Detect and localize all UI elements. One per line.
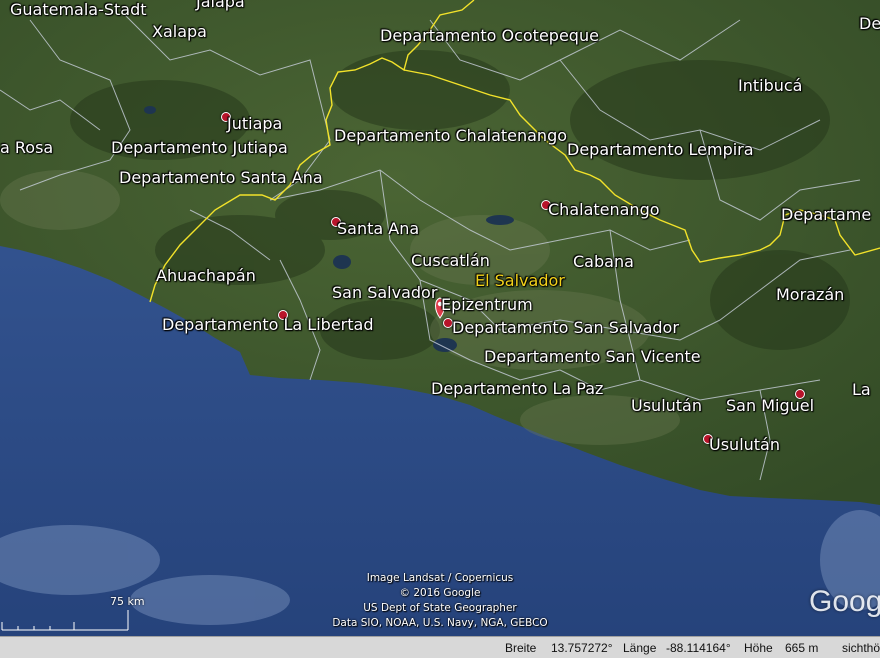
latitude-value: 13.757272° [551,641,613,655]
label-jalapa[interactable]: Jalapa [196,0,245,10]
label-dep-santa-ana[interactable]: Departamento Santa Ana [119,170,323,186]
latitude-label: Breite [505,641,537,655]
label-san-miguel[interactable]: San Miguel [726,398,814,414]
attribution-line: Data SIO, NOAA, U.S. Navy, NGA, GEBCO [332,617,548,629]
label-usulutan-dep[interactable]: Usulután [631,398,702,414]
label-dep-la-libertad[interactable]: Departamento La Libertad [162,317,373,333]
label-de[interactable]: De [859,16,880,32]
longitude-label: Länge [623,641,657,655]
label-santa-ana[interactable]: Santa Ana [337,221,419,237]
elevation-label: Höhe [744,641,773,655]
scale-bar-label: 75 km [110,595,145,608]
label-ocotepeque[interactable]: Departamento Ocotepeque [380,28,599,44]
label-usulutan[interactable]: Usulután [709,437,780,453]
label-dep-jutiapa[interactable]: Departamento Jutiapa [111,140,288,156]
label-cuscatlan[interactable]: Cuscatlán [411,253,490,269]
label-dep-lempira[interactable]: Departamento Lempira [567,142,754,158]
label-intibuca[interactable]: Intibucá [738,78,802,94]
label-dep-chalatenango[interactable]: Departamento Chalatenango [334,128,567,144]
label-ahuachapan[interactable]: Ahuachapán [156,268,256,284]
label-morazan[interactable]: Morazán [776,287,844,303]
label-el-salvador[interactable]: El Salvador [475,273,565,289]
google-logo: Goog [809,585,880,618]
label-departame[interactable]: Departame [781,207,871,223]
satellite-map[interactable] [0,0,880,658]
status-bar: Breite 13.757272° Länge -88.114164° Höhe… [0,636,880,658]
label-rosa[interactable]: a Rosa [0,140,53,156]
label-guatemala-stadt[interactable]: Guatemala-Stadt [10,2,147,18]
label-la[interactable]: La [852,382,871,398]
map-viewport[interactable]: Guatemala-Stadt Jalapa Xalapa Departamen… [0,0,880,658]
label-xalapa[interactable]: Xalapa [152,24,207,40]
label-dep-san-vicente[interactable]: Departamento San Vicente [484,349,701,365]
label-dep-la-paz[interactable]: Departamento La Paz [431,381,603,397]
longitude-value: -88.114164° [666,641,731,655]
label-dep-san-salvador[interactable]: Departamento San Salvador [452,320,679,336]
attribution-line: Image Landsat / Copernicus [366,572,514,584]
label-jutiapa[interactable]: Jutiapa [227,116,282,132]
label-san-salvador[interactable]: San Salvador [332,285,437,301]
imagery-attribution: Image Landsat / Copernicus © 2016 Google… [300,571,580,631]
attribution-line: US Dept of State Geographer [363,602,517,614]
label-epizentrum[interactable]: Epizentrum [441,297,533,313]
label-chalatenango[interactable]: Chalatenango [548,202,660,218]
attribution-line: © 2016 Google [399,587,481,599]
eye-altitude-label: sichthö [842,641,880,655]
label-cabana[interactable]: Cabana [573,254,634,270]
elevation-value: 665 m [785,641,819,655]
